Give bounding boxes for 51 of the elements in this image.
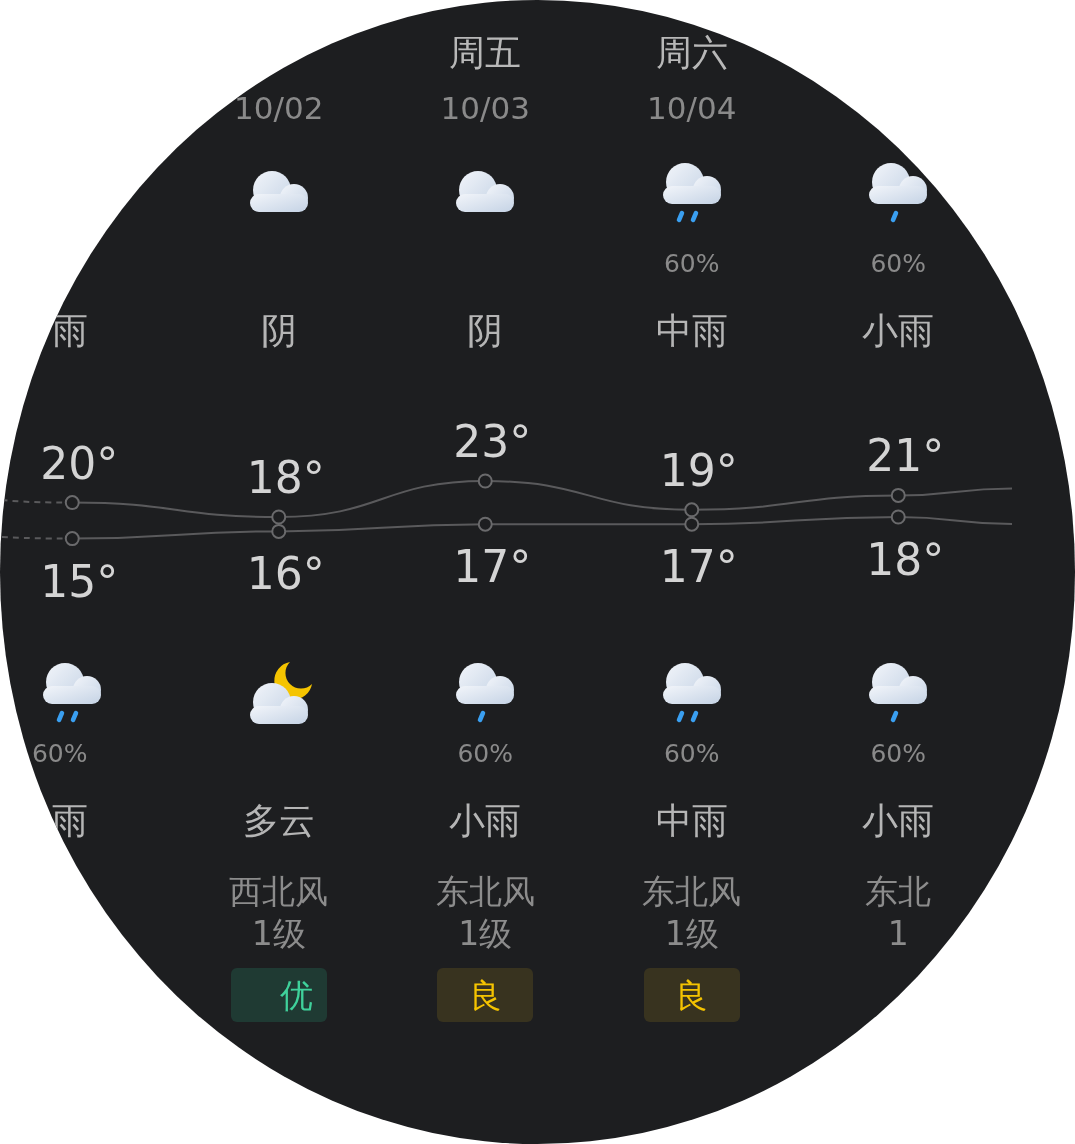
curve-dot bbox=[890, 487, 906, 503]
weekday-label: 周五 bbox=[449, 35, 522, 71]
wind-direction: 东北风 bbox=[642, 871, 742, 913]
curve-dot bbox=[477, 473, 493, 489]
wind-direction: 东北风 bbox=[435, 871, 535, 913]
wind-level: 1 bbox=[887, 913, 909, 955]
weather-label: 雨 bbox=[51, 312, 88, 349]
air-quality-badge: 优 bbox=[230, 968, 327, 1022]
temperature-label: 16° bbox=[246, 548, 325, 600]
precipitation-chance: 60% bbox=[457, 740, 514, 766]
weather-label: 多云 bbox=[242, 802, 315, 839]
temperature-label: 23° bbox=[453, 416, 532, 467]
curve-dot bbox=[64, 531, 80, 547]
curve-dot bbox=[271, 509, 287, 525]
air-quality-badge: 良 bbox=[437, 968, 534, 1022]
temperature-label: 18° bbox=[866, 534, 945, 585]
date-label: 10/02 bbox=[234, 92, 324, 124]
wind-level: 1级 bbox=[251, 913, 306, 955]
curve-dot bbox=[890, 509, 906, 525]
precipitation-chance: 60% bbox=[663, 740, 720, 766]
curve-dot bbox=[477, 516, 493, 532]
curve-dot bbox=[684, 516, 700, 532]
wind-direction: 东北 bbox=[865, 871, 932, 913]
wind-level: 1级 bbox=[458, 913, 513, 955]
weather-label: 阴 bbox=[467, 312, 504, 349]
weather-label: 阴 bbox=[260, 312, 297, 349]
temperature-label: 21° bbox=[866, 430, 945, 482]
date-label: 10/03 bbox=[440, 92, 530, 124]
wind-level: 1级 bbox=[664, 913, 719, 955]
curve-dot bbox=[64, 495, 80, 511]
temperature-label: 19° bbox=[659, 444, 738, 496]
curve-dot bbox=[271, 523, 287, 539]
precipitation-chance: 60% bbox=[870, 250, 927, 276]
weather-label: 中雨 bbox=[655, 312, 728, 349]
precipitation-chance: 60% bbox=[870, 740, 927, 766]
precipitation-chance: 60% bbox=[31, 740, 88, 766]
weekday-label: 周六 bbox=[655, 35, 728, 71]
temperature-label: 18° bbox=[246, 452, 325, 503]
wind-direction: 西北风 bbox=[229, 871, 329, 913]
temperature-label: 20° bbox=[40, 437, 119, 489]
weather-label: 中雨 bbox=[655, 802, 728, 839]
weather-label: 小雨 bbox=[449, 802, 522, 839]
weather-label: 小雨 bbox=[862, 802, 935, 839]
precipitation-chance: 60% bbox=[663, 250, 720, 276]
curve-dot bbox=[684, 502, 700, 518]
temperature-label: 15° bbox=[40, 555, 119, 607]
air-quality-badge: 良 bbox=[643, 968, 740, 1022]
temperature-label: 17° bbox=[453, 541, 532, 593]
temperature-label: 17° bbox=[659, 541, 738, 593]
date-label: 10/04 bbox=[647, 92, 737, 124]
weather-label: 小雨 bbox=[862, 312, 935, 349]
